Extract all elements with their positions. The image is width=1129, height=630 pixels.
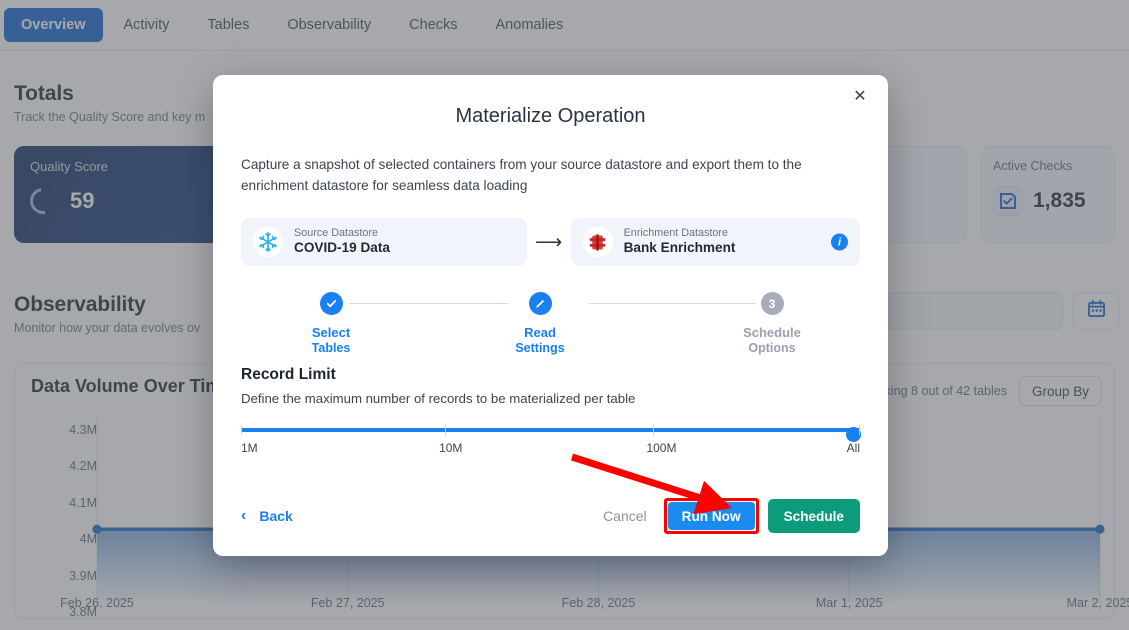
run-now-button[interactable]: Run Now: [668, 502, 755, 530]
schedule-label: Schedule: [784, 509, 844, 524]
wizard-stepper: Select Tables Read Settings 3 Schedule O…: [241, 292, 860, 364]
back-button[interactable]: ‹ Back: [241, 508, 293, 524]
source-datastore-text: Source Datastore COVID-19 Data: [294, 227, 390, 257]
cancel-button[interactable]: Cancel: [595, 508, 655, 524]
materialize-operation-dialog: Materialize Operation Capture a snapshot…: [213, 75, 888, 556]
close-icon: ✕: [853, 89, 866, 105]
step-label-line1: Schedule: [712, 325, 832, 341]
dialog-footer: ‹ Back Cancel Run Now Schedule: [241, 498, 860, 534]
step-label-line2: Tables: [271, 341, 391, 357]
info-icon[interactable]: i: [831, 234, 848, 251]
record-limit-subtitle: Define the maximum number of records to …: [241, 391, 860, 406]
slider-tick-label: 1M: [241, 441, 258, 455]
step-select-tables[interactable]: Select Tables: [271, 292, 391, 356]
step-label-line2: Options: [712, 341, 832, 357]
step-label-line1: Read: [480, 325, 600, 341]
step-read-settings[interactable]: Read Settings: [480, 292, 600, 356]
enrichment-datastore-kind: Enrichment Datastore: [624, 227, 736, 240]
dialog-description: Capture a snapshot of selected container…: [241, 154, 860, 196]
slider-tick-label: All: [847, 441, 860, 455]
step-label-line1: Select: [271, 325, 391, 341]
enrichment-datastore-name: Bank Enrichment: [624, 240, 736, 257]
enrichment-datastore-text: Enrichment Datastore Bank Enrichment: [624, 227, 736, 257]
step-schedule-options[interactable]: 3 Schedule Options: [712, 292, 832, 356]
slider-track: [241, 428, 860, 432]
slider-tick-label: 100M: [646, 441, 676, 455]
run-now-highlight: Run Now: [664, 498, 759, 534]
slider-tick-mark: [859, 425, 860, 435]
record-limit-title: Record Limit: [241, 366, 860, 384]
slider-tick-mark: [241, 425, 242, 435]
datastore-row: Source Datastore COVID-19 Data ⟶ Enrichm…: [241, 218, 860, 266]
slider-tick-mark: [653, 425, 654, 435]
dialog-title: Materialize Operation: [241, 105, 860, 128]
source-datastore-card[interactable]: Source Datastore COVID-19 Data: [241, 218, 527, 266]
footer-actions: Cancel Run Now Schedule: [595, 498, 860, 534]
snowflake-icon: [253, 227, 283, 257]
source-datastore-name: COVID-19 Data: [294, 240, 390, 257]
run-now-label: Run Now: [682, 509, 741, 524]
check-icon: [320, 292, 343, 315]
slider-tick-mark: [445, 425, 446, 435]
arrow-right-icon: ⟶: [527, 231, 571, 254]
source-datastore-kind: Source Datastore: [294, 227, 390, 240]
schedule-button[interactable]: Schedule: [768, 499, 860, 533]
database-icon: [583, 227, 613, 257]
step-number-badge: 3: [761, 292, 784, 315]
cancel-label: Cancel: [603, 508, 647, 524]
step-label-line2: Settings: [480, 341, 600, 357]
app-root: Overview Activity Tables Observability C…: [0, 0, 1129, 630]
pencil-icon: [529, 292, 552, 315]
slider-tick-label: 10M: [439, 441, 462, 455]
chevron-left-icon: ‹: [241, 508, 246, 524]
record-limit-slider[interactable]: 1M 10M 100M All: [241, 423, 860, 463]
back-label: Back: [259, 508, 292, 524]
enrichment-datastore-card[interactable]: Enrichment Datastore Bank Enrichment i: [571, 218, 860, 266]
close-button[interactable]: ✕: [849, 86, 871, 108]
record-limit-section: Record Limit Define the maximum number o…: [241, 366, 860, 463]
